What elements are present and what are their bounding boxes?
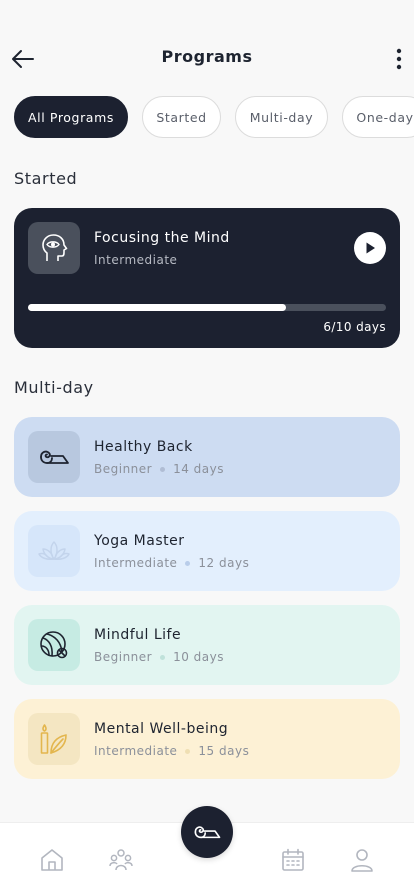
separator-dot <box>160 654 166 660</box>
candle-leaf-icon <box>40 724 67 754</box>
filter-chip-one-day[interactable]: One-day <box>342 96 414 138</box>
filter-chip-multi-day[interactable]: Multi-day <box>235 96 328 138</box>
calendar-icon[interactable] <box>280 847 306 873</box>
separator-dot <box>185 560 191 566</box>
program-card-mindful-life[interactable]: Mindful Life Beginner 10 days <box>14 605 400 685</box>
more-options-icon[interactable] <box>392 44 406 74</box>
filter-chips: All Programs Started Multi-day One-day <box>14 96 414 140</box>
program-card-yoga-master[interactable]: Yoga Master Intermediate 12 days <box>14 511 400 591</box>
program-level: Beginner <box>94 650 153 664</box>
program-duration: 12 days <box>198 556 250 570</box>
program-name: Healthy Back <box>94 439 193 455</box>
program-meta: Beginner 10 days <box>94 650 224 664</box>
program-card-healthy-back[interactable]: Healthy Back Beginner 14 days <box>14 417 400 497</box>
program-duration: 14 days <box>173 462 225 476</box>
filter-chip-all-programs[interactable]: All Programs <box>14 96 128 138</box>
progress-track <box>28 304 386 311</box>
practice-icon <box>194 826 221 839</box>
profile-icon[interactable] <box>349 847 375 873</box>
play-button[interactable] <box>354 232 386 264</box>
page-title: Programs <box>161 47 253 66</box>
practice-button[interactable] <box>181 806 233 858</box>
program-icon-box <box>28 222 80 274</box>
section-title-started: Started <box>14 169 78 188</box>
separator-dot <box>160 466 166 472</box>
head-eye-icon <box>42 234 68 261</box>
home-icon[interactable] <box>39 847 65 873</box>
program-icon-box <box>28 713 80 765</box>
program-icon-box <box>28 431 80 483</box>
community-icon[interactable] <box>108 847 134 873</box>
filter-chip-started[interactable]: Started <box>142 96 221 138</box>
program-card-mental-well-being[interactable]: Mental Well-being Intermediate 15 days <box>14 699 400 779</box>
program-level: Beginner <box>94 462 153 476</box>
program-duration: 10 days <box>173 650 225 664</box>
program-level: Intermediate <box>94 556 178 570</box>
program-meta: Intermediate 12 days <box>94 556 249 570</box>
play-icon <box>366 242 375 254</box>
yoga-ball-icon <box>40 631 68 659</box>
program-level: Intermediate <box>94 253 178 267</box>
lotus-icon <box>38 541 70 560</box>
program-icon-box <box>28 619 80 671</box>
program-name: Focusing the Mind <box>94 230 230 246</box>
separator-dot <box>185 748 191 754</box>
progress-days-label: 6/10 days <box>323 320 386 334</box>
header: Programs <box>0 0 414 96</box>
program-icon-box <box>28 525 80 577</box>
program-duration: 15 days <box>198 744 250 758</box>
progress-fill <box>28 304 286 311</box>
program-name: Mental Well-being <box>94 721 229 737</box>
started-program-card[interactable]: Focusing the Mind Intermediate 6/10 days <box>14 208 400 348</box>
program-name: Yoga Master <box>94 533 185 549</box>
program-meta: Intermediate 15 days <box>94 744 249 758</box>
section-title-multi-day: Multi-day <box>14 378 94 397</box>
yoga-mat-icon <box>40 450 69 464</box>
program-name: Mindful Life <box>94 627 182 643</box>
program-meta: Beginner 14 days <box>94 462 224 476</box>
program-level: Intermediate <box>94 744 178 758</box>
